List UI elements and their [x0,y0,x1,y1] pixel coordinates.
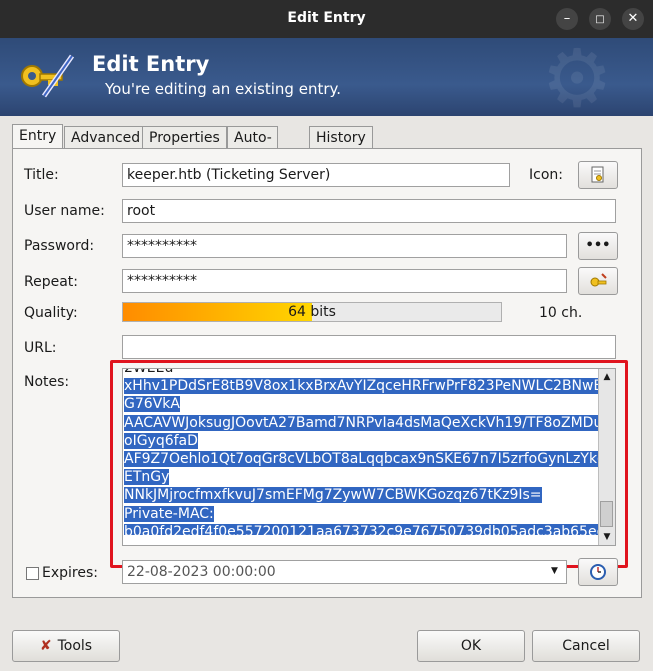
keys-pen-icon [21,54,75,98]
repeat-label: Repeat: [24,274,78,290]
maximize-icon: □ [595,14,605,25]
icon-label: Icon: [529,167,563,183]
quality-bar: 64 bits [122,302,502,322]
icon-picker-button[interactable] [578,161,618,189]
minimize-button[interactable]: – [556,8,578,30]
ok-button[interactable]: OK [417,630,525,662]
tools-icon: ✘ [39,638,52,654]
char-count: 10 ch. [539,305,583,321]
tab-entry[interactable]: Entry [12,124,64,151]
title-label: Title: [24,167,59,183]
tools-button[interactable]: ✘ Tools [12,630,120,662]
tab-advanced[interactable]: Advanced [64,126,148,149]
password-field[interactable]: ********** [122,234,567,258]
minimize-icon: – [563,11,571,26]
expires-checkbox[interactable] [26,567,39,580]
expires-field[interactable]: 22-08-2023 00:00:00 [122,560,567,584]
url-field[interactable] [122,335,616,359]
quality-bits-text: 64 bits [288,304,336,320]
maximize-button[interactable]: □ [589,8,611,30]
close-icon: ✕ [627,11,639,26]
password-label: Password: [24,238,95,254]
url-label: URL: [24,340,57,356]
window-titlebar: Edit Entry – □ ✕ [0,0,653,38]
document-key-icon [591,166,604,183]
tab-properties[interactable]: Properties [142,126,227,149]
quality-label: Quality: [24,305,78,321]
title-field[interactable]: keeper.htb (Ticketing Server) [122,163,510,187]
expires-label: Expires: [42,565,98,581]
dots-icon: ••• [585,238,611,253]
key-wand-icon [590,273,607,287]
highlight-box [110,360,628,568]
banner-watermark-icon: ⚙ [541,38,613,116]
tab-auto-type[interactable]: Auto-Type [227,126,278,168]
username-field[interactable]: root [122,199,616,223]
tab-history[interactable]: History [309,126,373,149]
expires-preset-button[interactable] [578,558,618,586]
banner-title: Edit Entry [92,52,210,76]
generate-password-button[interactable] [578,267,618,295]
expires-dropdown-icon[interactable]: ▼ [551,566,558,576]
cancel-button[interactable]: Cancel [532,630,640,662]
show-password-button[interactable]: ••• [578,232,618,260]
header-banner: ⚙ Edit Entry You're editing an existing … [0,38,653,116]
banner-subtitle: You're editing an existing entry. [105,80,342,98]
clock-icon [590,564,606,580]
repeat-field[interactable]: ********** [122,269,567,293]
notes-label: Notes: [24,374,70,390]
close-button[interactable]: ✕ [622,8,644,30]
username-label: User name: [24,203,105,219]
tools-button-label: Tools [57,638,93,654]
